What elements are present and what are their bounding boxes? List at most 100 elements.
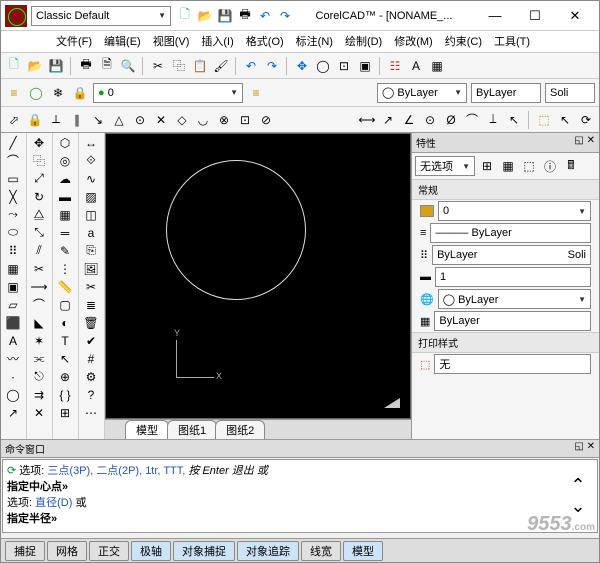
tab-sheet2[interactable]: 图纸2: [215, 420, 265, 439]
xline-icon[interactable]: ╳: [2, 188, 24, 205]
layer-state-icon[interactable]: ◯: [27, 84, 45, 102]
fillet-icon[interactable]: ⌒: [28, 296, 50, 313]
dim-ordinate-icon[interactable]: ⟘: [484, 111, 502, 129]
layer-mgr-icon[interactable]: A: [407, 57, 425, 75]
close-panel-icon[interactable]: ✕: [587, 135, 595, 146]
blockedit-icon[interactable]: ◫: [80, 206, 102, 223]
match-icon[interactable]: 🖌: [212, 57, 230, 75]
menu-draw[interactable]: 绘制(D): [340, 31, 387, 52]
status-otrack[interactable]: 对象追踪: [237, 541, 299, 561]
audit-icon[interactable]: ✔: [80, 332, 102, 349]
layer-combo[interactable]: ● 0 ▼: [93, 83, 243, 103]
prop-layer2-combo[interactable]: ◯ ByLayer▼: [438, 289, 591, 309]
mline-icon[interactable]: ═: [54, 224, 76, 241]
line-icon[interactable]: ╱: [2, 134, 24, 151]
quick-select-icon[interactable]: ▦: [499, 157, 517, 175]
maximize-button[interactable]: ☐: [515, 3, 555, 29]
cut-icon[interactable]: ✂: [149, 57, 167, 75]
copy-icon[interactable]: ⿻: [170, 57, 188, 75]
rotate-icon[interactable]: ↻: [28, 188, 50, 205]
osnap-endpoint-icon[interactable]: ⬀: [5, 111, 23, 129]
sketch-icon[interactable]: ✎: [54, 242, 76, 259]
region-icon[interactable]: ▱: [2, 296, 24, 313]
workspace-selector[interactable]: Classic Default ▼: [31, 6, 171, 26]
properties-icon[interactable]: ☷: [386, 57, 404, 75]
menu-edit[interactable]: 编辑(E): [99, 31, 146, 52]
dim-aligned-icon[interactable]: ↗: [379, 111, 397, 129]
block-icon[interactable]: ▣: [2, 278, 24, 295]
explode-icon[interactable]: ✶: [28, 332, 50, 349]
history-icon[interactable]: ⟳: [7, 465, 16, 477]
prop-color-combo[interactable]: ——— ByLayer: [430, 223, 591, 243]
print-icon[interactable]: 🖶: [237, 8, 253, 24]
pan-icon[interactable]: ✥: [293, 57, 311, 75]
section-general[interactable]: 常规: [412, 179, 599, 200]
close-button[interactable]: ✕: [555, 3, 595, 29]
polygon-icon[interactable]: ⬡: [54, 134, 76, 151]
paste-icon[interactable]: 📋: [191, 57, 209, 75]
redo-icon[interactable]: ↷: [263, 57, 281, 75]
ray-icon[interactable]: ↗: [2, 404, 24, 421]
circle-icon[interactable]: ◯: [2, 386, 24, 403]
status-model[interactable]: 模型: [343, 541, 383, 561]
viewcube-icon[interactable]: [384, 398, 400, 408]
layer-icon[interactable]: ≣: [80, 296, 102, 313]
section-print[interactable]: 打印样式: [412, 332, 599, 353]
field-icon[interactable]: { }: [54, 386, 76, 403]
menu-tools[interactable]: 工具(T): [489, 31, 535, 52]
clip-icon[interactable]: ✂: [80, 278, 102, 295]
move-icon[interactable]: ✥: [28, 134, 50, 151]
palette-icon[interactable]: ▦: [428, 57, 446, 75]
osnap-node-icon[interactable]: ⊗: [215, 111, 233, 129]
wipeout-icon[interactable]: ▬: [54, 188, 76, 205]
linetype-combo[interactable]: ByLayer: [471, 83, 541, 103]
arc-icon[interactable]: ⌒: [2, 152, 24, 169]
save-icon[interactable]: 💾: [47, 57, 65, 75]
leader-icon[interactable]: ↖: [54, 350, 76, 367]
print-icon[interactable]: 🖶: [77, 57, 95, 75]
osnap-mid-icon[interactable]: △: [110, 111, 128, 129]
status-ortho[interactable]: 正交: [89, 541, 129, 561]
ellipse-icon[interactable]: ⬭: [2, 224, 24, 241]
osnap-perp-icon[interactable]: ⟂: [47, 111, 65, 129]
tab-sheet1[interactable]: 图纸1: [167, 420, 217, 439]
menu-format[interactable]: 格式(O): [241, 31, 289, 52]
polyline-icon[interactable]: ⤳: [2, 206, 24, 223]
osnap-intersect-icon[interactable]: ✕: [152, 111, 170, 129]
minimize-button[interactable]: —: [475, 3, 515, 29]
menu-annotate[interactable]: 标注(N): [291, 31, 338, 52]
undock-icon[interactable]: ◱: [574, 441, 583, 452]
zoom-extents-icon[interactable]: ▣: [356, 57, 374, 75]
zoom-window-icon[interactable]: ⊡: [335, 57, 353, 75]
zoom-icon[interactable]: ◯: [314, 57, 332, 75]
menu-view[interactable]: 视图(V): [148, 31, 195, 52]
scale-icon[interactable]: ⤡: [28, 224, 50, 241]
trim-icon[interactable]: ✂: [28, 260, 50, 277]
erase-icon[interactable]: ✕: [28, 404, 50, 421]
open-icon[interactable]: 📂: [197, 8, 213, 24]
dim-arc-icon[interactable]: ⌒: [463, 111, 481, 129]
misc-icon[interactable]: ⋯: [80, 404, 102, 421]
redo-icon[interactable]: ↷: [277, 8, 293, 24]
menu-insert[interactable]: 插入(I): [196, 31, 238, 52]
xref-icon[interactable]: ⎘: [80, 242, 102, 259]
dim-leader-icon[interactable]: ↖: [505, 111, 523, 129]
settings-icon[interactable]: ⚙: [80, 368, 102, 385]
open-icon[interactable]: 📂: [26, 57, 44, 75]
align-icon[interactable]: ⇉: [28, 386, 50, 403]
status-lwt[interactable]: 线宽: [301, 541, 341, 561]
menu-file[interactable]: 文件(F): [51, 31, 97, 52]
pick-add-icon[interactable]: ⊞: [478, 157, 496, 175]
dim-diameter-icon[interactable]: Ø: [442, 111, 460, 129]
point-icon[interactable]: ∙: [2, 368, 24, 385]
status-grid[interactable]: 网格: [47, 541, 87, 561]
break-icon[interactable]: ⎋: [28, 368, 50, 385]
purge-icon[interactable]: 🗑: [80, 314, 102, 331]
status-polar[interactable]: 极轴: [131, 541, 171, 561]
refresh-icon[interactable]: ⟳: [577, 111, 595, 129]
text-icon[interactable]: A: [2, 332, 24, 349]
cmd-option-link[interactable]: 直径(D): [35, 497, 72, 509]
osnap-quad-icon[interactable]: ◇: [173, 111, 191, 129]
drawing-canvas[interactable]: Y X: [105, 133, 411, 419]
menu-modify[interactable]: 修改(M): [389, 31, 438, 52]
